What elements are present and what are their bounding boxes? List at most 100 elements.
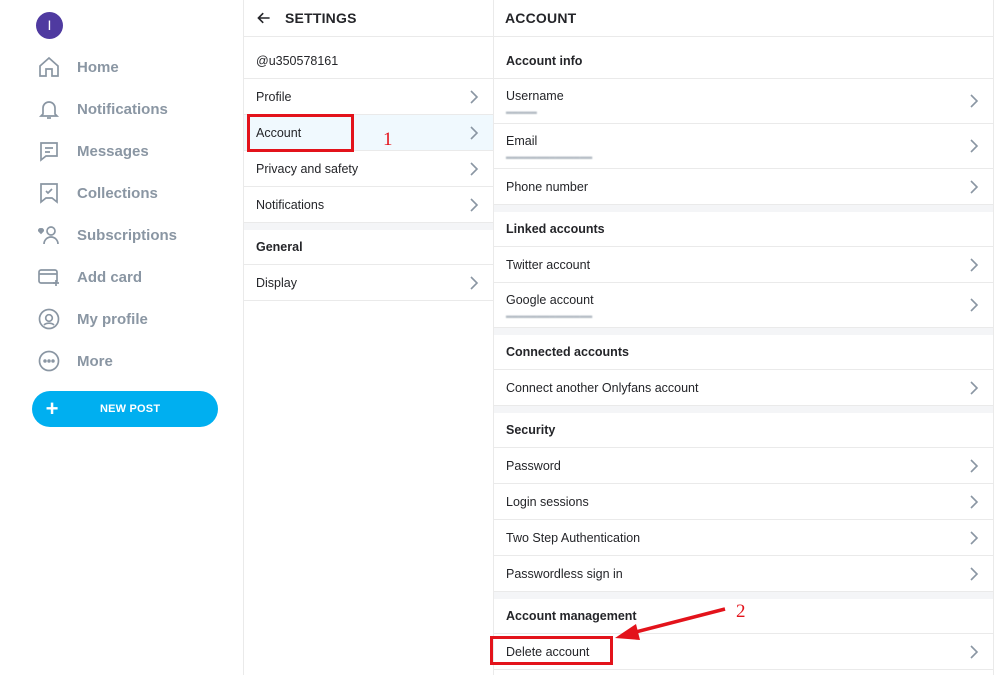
item-label: Connect another Onlyfans account: [506, 380, 699, 395]
main-navigation: I Home Notifications Messages Collection…: [0, 0, 243, 675]
account-item-twitter[interactable]: Twitter account: [494, 247, 993, 283]
annotation-number-2: 2: [736, 601, 746, 622]
avatar[interactable]: I: [36, 12, 63, 39]
account-item-passwordless[interactable]: Passwordless sign in: [494, 556, 993, 592]
section-heading: Connected accounts: [506, 345, 629, 359]
blurred-value: ▂▂▂▂▂▂▂▂▂▂▂▂▂▂: [506, 149, 593, 159]
chevron-right-icon: [970, 530, 979, 545]
nav-label: Messages: [77, 142, 149, 160]
nav-item-notifications[interactable]: Notifications: [36, 94, 226, 124]
settings-section-general: General: [244, 230, 493, 265]
item-label: Google account: [506, 292, 594, 307]
section-divider: [494, 328, 993, 335]
section-account-info: Account info: [494, 43, 993, 79]
blurred-value: ▂▂▂▂▂▂▂▂▂▂▂▂▂▂: [506, 308, 593, 318]
section-heading: Account info: [506, 53, 583, 68]
nav-item-add-card[interactable]: Add card: [36, 262, 226, 292]
item-label: Email: [506, 133, 538, 148]
nav-item-home[interactable]: Home: [36, 52, 226, 82]
plus-icon: +: [45, 396, 59, 421]
item-label: Login sessions: [506, 494, 589, 509]
settings-item-label: Display: [256, 275, 297, 290]
item-label: Passwordless sign in: [506, 566, 623, 581]
section-heading: General: [256, 240, 303, 254]
account-item-login-sessions[interactable]: Login sessions: [494, 484, 993, 520]
annotation-arrow: [615, 607, 726, 640]
section-divider: [494, 406, 993, 413]
nav-label: Home: [77, 58, 119, 76]
chevron-right-icon: [470, 275, 479, 290]
chevron-right-icon: [470, 125, 479, 140]
settings-item-label: Privacy and safety: [256, 161, 359, 176]
bookmark-icon: [36, 180, 62, 206]
nav-label: Notifications: [77, 100, 168, 118]
settings-panel: SETTINGS @u350578161 Profile Account Pri…: [243, 0, 494, 675]
home-icon: [36, 54, 62, 80]
chevron-right-icon: [970, 257, 979, 272]
account-item-phone[interactable]: Phone number: [494, 169, 993, 205]
account-header: ACCOUNT: [494, 0, 993, 37]
nav-label: Add card: [77, 268, 143, 286]
chevron-right-icon: [970, 94, 979, 108]
account-panel: ACCOUNT Account info Username ▂▂▂▂▂ Emai…: [494, 0, 994, 675]
chevron-right-icon: [970, 139, 979, 153]
chevron-right-icon: [970, 644, 979, 659]
page-title: ACCOUNT: [505, 10, 577, 26]
settings-item-display[interactable]: Display: [244, 265, 493, 301]
account-item-two-step[interactable]: Two Step Authentication: [494, 520, 993, 556]
chevron-right-icon: [970, 380, 979, 395]
section-heading: Linked accounts: [506, 222, 605, 236]
account-item-username[interactable]: Username ▂▂▂▂▂: [494, 79, 993, 124]
subscriptions-icon: [36, 222, 62, 248]
nav-label: Collections: [77, 184, 158, 202]
item-label: Phone number: [506, 179, 589, 194]
section-divider: [244, 223, 493, 230]
nav-item-subscriptions[interactable]: Subscriptions: [36, 220, 226, 250]
nav-item-my-profile[interactable]: My profile: [36, 304, 226, 334]
chevron-right-icon: [470, 161, 479, 176]
item-label: Username: [506, 88, 564, 103]
annotation-box-1: [247, 114, 354, 152]
profile-icon: [36, 306, 62, 332]
settings-item-profile[interactable]: Profile: [244, 79, 493, 115]
new-post-button[interactable]: + NEW POST: [32, 391, 218, 427]
item-label: Password: [506, 458, 561, 473]
account-item-connect-another[interactable]: Connect another Onlyfans account: [494, 370, 993, 406]
chevron-right-icon: [970, 298, 979, 312]
more-icon: [36, 348, 62, 374]
nav-label: Subscriptions: [77, 226, 178, 244]
new-post-label: NEW POST: [100, 403, 161, 415]
settings-item-privacy[interactable]: Privacy and safety: [244, 151, 493, 187]
chevron-right-icon: [970, 458, 979, 473]
account-item-email[interactable]: Email ▂▂▂▂▂▂▂▂▂▂▂▂▂▂: [494, 124, 993, 169]
nav-item-collections[interactable]: Collections: [36, 178, 226, 208]
blurred-value: ▂▂▂▂▂: [506, 104, 537, 114]
section-divider: [494, 592, 993, 599]
settings-item-notifications[interactable]: Notifications: [244, 187, 493, 223]
account-item-password[interactable]: Password: [494, 448, 993, 484]
section-linked-accounts: Linked accounts: [494, 212, 993, 247]
message-icon: [36, 138, 62, 164]
back-arrow-icon[interactable]: [256, 8, 276, 28]
settings-username: @u350578161: [244, 43, 493, 79]
chevron-right-icon: [970, 566, 979, 581]
nav-item-messages[interactable]: Messages: [36, 136, 226, 166]
chevron-right-icon: [470, 89, 479, 104]
bell-icon: [36, 96, 62, 122]
settings-item-label: Notifications: [256, 197, 325, 212]
nav-item-more[interactable]: More: [36, 346, 226, 376]
account-item-google[interactable]: Google account ▂▂▂▂▂▂▂▂▂▂▂▂▂▂: [494, 283, 993, 328]
section-divider: [494, 205, 993, 212]
username-text: @u350578161: [256, 53, 339, 68]
nav-label: My profile: [77, 310, 148, 328]
page-title: SETTINGS: [285, 10, 357, 26]
nav-label: More: [77, 352, 113, 370]
section-security: Security: [494, 413, 993, 448]
chevron-right-icon: [970, 179, 979, 194]
settings-header: SETTINGS: [244, 0, 493, 37]
section-heading: Security: [506, 423, 556, 437]
item-label: Two Step Authentication: [506, 530, 641, 545]
item-label: Twitter account: [506, 257, 591, 272]
settings-item-label: Profile: [256, 89, 292, 104]
section-connected-accounts: Connected accounts: [494, 335, 993, 370]
